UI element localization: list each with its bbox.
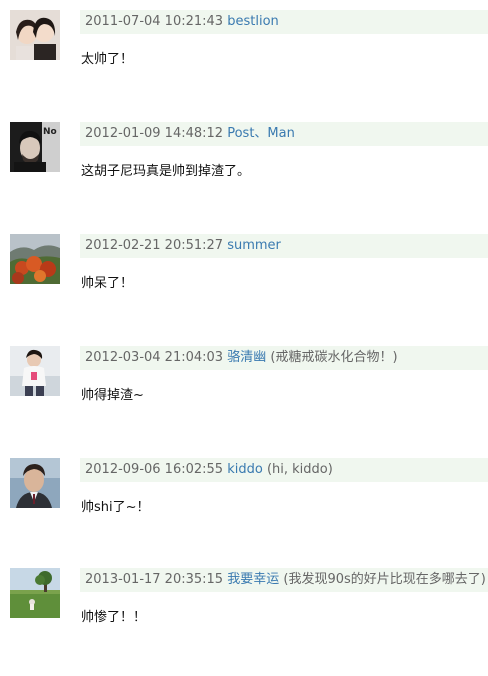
- comment-time: 2012-02-21 20:51:27: [85, 238, 224, 253]
- avatar[interactable]: [10, 10, 60, 60]
- comment-time: 2012-03-04 21:04:03: [85, 350, 224, 365]
- user-signature: (我发现90s的好片比现在多哪去了): [283, 572, 486, 587]
- comment-time: 2012-01-09 14:48:12: [85, 126, 224, 141]
- comment-time: 2013-01-17 20:35:15: [85, 572, 224, 587]
- avatar[interactable]: [10, 458, 60, 508]
- comment-text: 帅惨了！！: [81, 610, 147, 625]
- avatar[interactable]: [10, 568, 60, 618]
- comment-text: 帅shi了~！: [81, 500, 150, 515]
- comment-item: 2013-01-17 20:35:15 我要幸运 (我发现90s的好片比现在多哪…: [0, 568, 488, 676]
- avatar[interactable]: [10, 234, 60, 284]
- avatar[interactable]: No: [10, 122, 60, 172]
- username-link[interactable]: summer: [227, 238, 281, 253]
- username-link[interactable]: 骆清幽: [227, 350, 266, 365]
- comment-item: No 2012-01-09 14:48:12 Post、Man 这胡子尼玛真是帅…: [0, 122, 488, 230]
- comment-text: 太帅了！: [81, 52, 134, 67]
- comment-item: 2011-07-04 10:21:43 bestlion 太帅了！: [0, 10, 488, 118]
- comment-meta: 2012-09-06 16:02:55 kiddo (hi, kiddo): [80, 458, 488, 482]
- comment-meta: 2012-03-04 21:04:03 骆清幽 (戒糖戒碳水化合物！): [80, 346, 488, 370]
- username-link[interactable]: bestlion: [227, 14, 279, 29]
- username-link[interactable]: kiddo: [227, 462, 263, 477]
- comment-item: 2012-02-21 20:51:27 summer 帅呆了！: [0, 234, 488, 342]
- user-signature: (hi, kiddo): [266, 462, 333, 477]
- user-signature: (戒糖戒碳水化合物！): [270, 350, 398, 365]
- username-link[interactable]: Post、Man: [227, 126, 295, 141]
- comment-text: 这胡子尼玛真是帅到掉渣了。: [81, 164, 251, 179]
- username-link[interactable]: 我要幸运: [227, 572, 279, 587]
- comment-meta: 2013-01-17 20:35:15 我要幸运 (我发现90s的好片比现在多哪…: [80, 568, 488, 592]
- avatar[interactable]: [10, 346, 60, 396]
- comment-item: 2012-03-04 21:04:03 骆清幽 (戒糖戒碳水化合物！) 帅得掉渣…: [0, 346, 488, 454]
- comment-meta: 2012-02-21 20:51:27 summer: [80, 234, 488, 258]
- comment-item: 2012-09-06 16:02:55 kiddo (hi, kiddo) 帅s…: [0, 458, 488, 566]
- comment-meta: 2011-07-04 10:21:43 bestlion: [80, 10, 488, 34]
- comment-time: 2011-07-04 10:21:43: [85, 14, 224, 29]
- comment-text: 帅呆了！: [81, 276, 134, 291]
- comment-text: 帅得掉渣~: [81, 388, 144, 403]
- svg-text:No: No: [43, 127, 57, 137]
- comment-time: 2012-09-06 16:02:55: [85, 462, 224, 477]
- comment-meta: 2012-01-09 14:48:12 Post、Man: [80, 122, 488, 146]
